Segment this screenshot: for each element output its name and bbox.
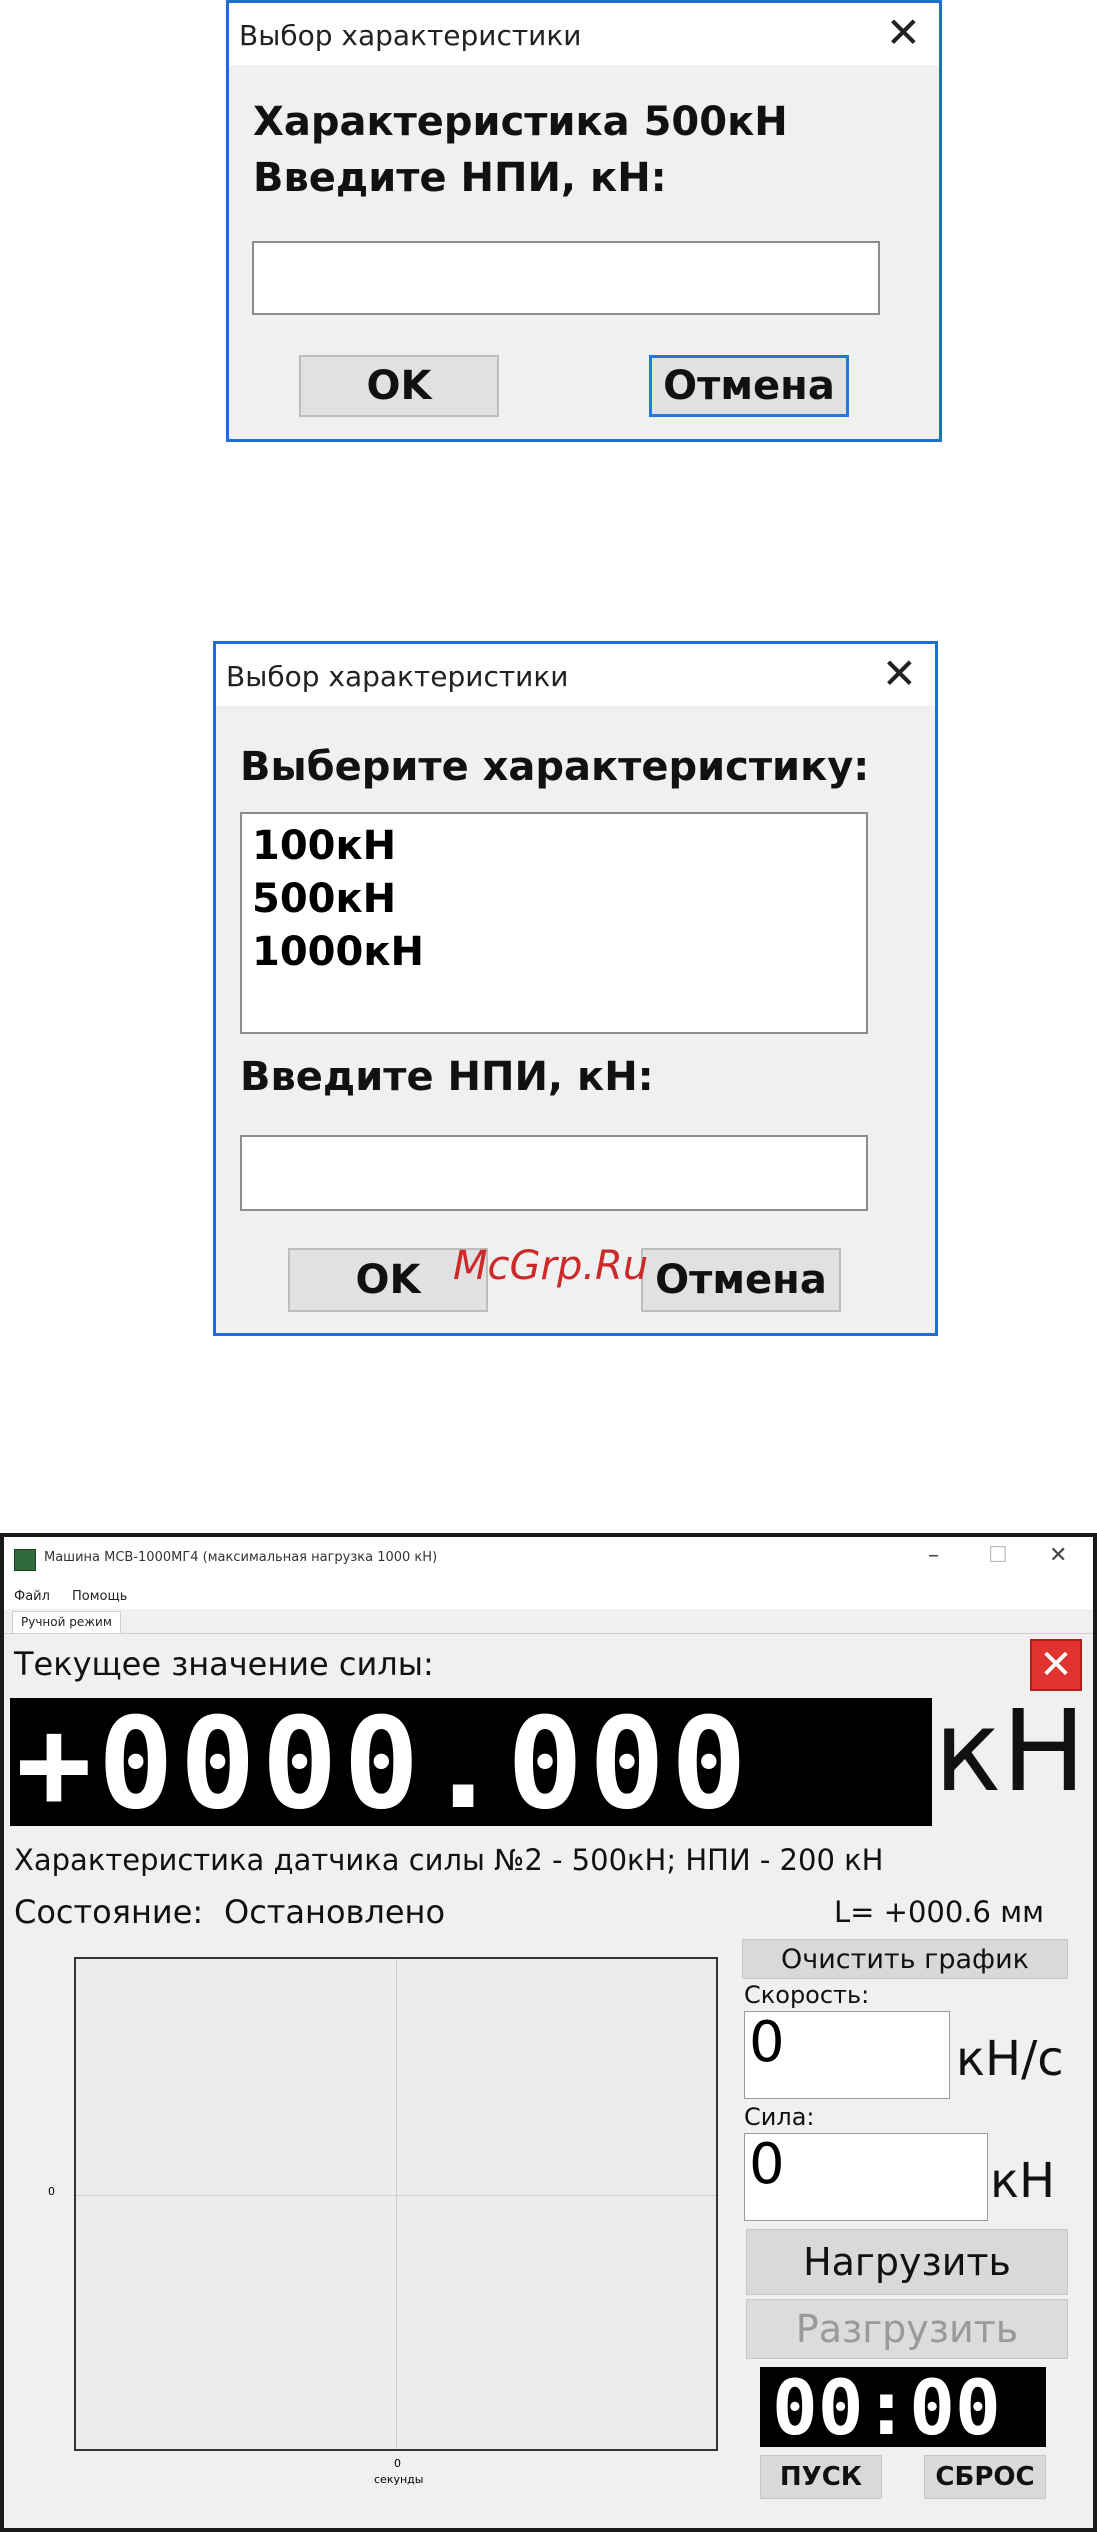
cancel-button[interactable]: Отмена bbox=[641, 1248, 841, 1312]
load-button[interactable]: Нагрузить bbox=[746, 2229, 1068, 2295]
speed-input[interactable]: 0 bbox=[744, 2011, 950, 2099]
list-item[interactable]: 1000кН bbox=[252, 926, 856, 979]
close-icon[interactable]: ✕ bbox=[886, 9, 921, 57]
dialog-npi-500: Выбор характеристики ✕ Характеристика 50… bbox=[226, 0, 942, 442]
dialog-title: Выбор характеристики bbox=[239, 19, 582, 52]
plot-vgrid bbox=[396, 1959, 397, 2449]
unload-button[interactable]: Разгрузить bbox=[746, 2299, 1068, 2359]
npi-prompt: Введите НПИ, кН: bbox=[240, 1054, 654, 1100]
npi-input[interactable] bbox=[252, 241, 880, 315]
plot-x-unit: секунды bbox=[374, 2473, 424, 2486]
characteristic-listbox[interactable]: 100кН 500кН 1000кН bbox=[240, 812, 868, 1034]
close-icon[interactable]: ✕ bbox=[1030, 1639, 1082, 1691]
force-display: +0000.000 bbox=[10, 1690, 932, 1837]
ok-button[interactable]: OK bbox=[299, 355, 499, 417]
app-icon bbox=[14, 1549, 36, 1571]
maximize-icon[interactable]: ☐ bbox=[988, 1543, 1008, 1568]
state-label: Состояние: bbox=[14, 1893, 204, 1931]
close-icon[interactable]: ✕ bbox=[882, 650, 917, 698]
force-input[interactable]: 0 bbox=[744, 2133, 988, 2221]
plot-x-tick: 0 bbox=[394, 2457, 401, 2470]
clear-graph-button[interactable]: Очистить график bbox=[742, 1939, 1068, 1979]
menu-bar: Файл Помощь bbox=[4, 1583, 1093, 1609]
state-value: Остановлено bbox=[224, 1893, 446, 1931]
dialog-titlebar[interactable]: Выбор характеристики ✕ bbox=[216, 644, 935, 706]
force-label: Текущее значение силы: bbox=[14, 1645, 434, 1683]
plot-y-tick: 0 bbox=[48, 2185, 55, 2198]
menu-file[interactable]: Файл bbox=[14, 1589, 50, 1604]
dialog-select-characteristic: Выбор характеристики ✕ Выберите характер… bbox=[213, 641, 938, 1336]
main-window: Машина МСВ-1000МГ4 (максимальная нагрузк… bbox=[0, 1533, 1097, 2532]
npi-input[interactable] bbox=[240, 1135, 868, 1211]
start-button[interactable]: ПУСК bbox=[760, 2455, 882, 2499]
length-readout: L= +000.6 мм bbox=[834, 1895, 1044, 1929]
window-titlebar[interactable]: Машина МСВ-1000МГ4 (максимальная нагрузк… bbox=[4, 1537, 1093, 1583]
cancel-button[interactable]: Отмена bbox=[649, 355, 849, 417]
watermark: McGrp.Ru bbox=[453, 1243, 649, 1289]
tab-strip: Ручной режим bbox=[4, 1609, 1093, 1634]
close-icon[interactable]: ✕ bbox=[1049, 1543, 1067, 1568]
speed-unit: кН/с bbox=[956, 2031, 1064, 2087]
timer-display: 00:00 bbox=[760, 2363, 1046, 2452]
reset-button[interactable]: СБРОС bbox=[924, 2455, 1046, 2499]
sensor-info: Характеристика датчика силы №2 - 500кН; … bbox=[14, 1843, 884, 1877]
select-prompt: Выберите характеристику: bbox=[240, 744, 870, 790]
force-input-label: Сила: bbox=[744, 2103, 815, 2131]
window-title: Машина МСВ-1000МГ4 (максимальная нагрузк… bbox=[44, 1550, 438, 1565]
dialog-titlebar[interactable]: Выбор характеристики ✕ bbox=[229, 3, 939, 65]
plot-hgrid bbox=[76, 2195, 716, 2196]
force-input-unit: кН bbox=[990, 2153, 1056, 2209]
timer-value: 00:00 bbox=[772, 2363, 1001, 2452]
plot-panel: 0 0 секунды bbox=[12, 1937, 734, 2509]
minimize-icon[interactable]: – bbox=[928, 1543, 939, 1568]
menu-help[interactable]: Помощь bbox=[72, 1589, 127, 1604]
force-time-plot bbox=[74, 1957, 718, 2451]
list-item[interactable]: 100кН bbox=[252, 820, 856, 873]
force-unit: кН bbox=[934, 1687, 1086, 1817]
tab-manual-mode[interactable]: Ручной режим bbox=[12, 1611, 121, 1633]
dialog-title: Выбор характеристики bbox=[226, 660, 569, 693]
speed-label: Скорость: bbox=[744, 1981, 870, 2009]
characteristic-heading: Характеристика 500кН bbox=[253, 99, 788, 145]
npi-prompt: Введите НПИ, кН: bbox=[253, 155, 667, 201]
force-display-value: +0000.000 bbox=[16, 1690, 753, 1837]
list-item[interactable]: 500кН bbox=[252, 873, 856, 926]
